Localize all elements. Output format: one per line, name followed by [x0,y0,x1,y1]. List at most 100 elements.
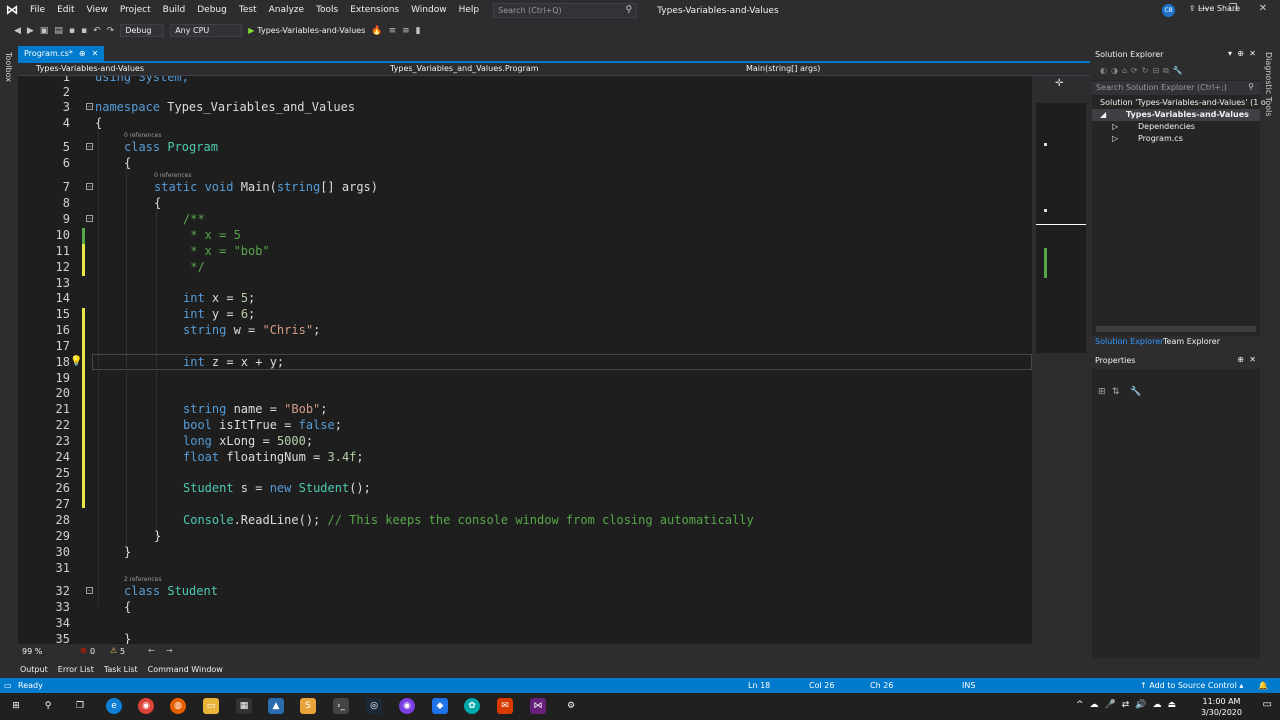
save-icon[interactable]: ▪ [69,26,75,36]
live-share-button[interactable]: ⇪ Live Share [1189,4,1240,13]
menu-file[interactable]: File [24,0,51,21]
notification-center-icon[interactable]: ▭ [1263,699,1272,710]
save-all-icon[interactable]: ▪ [81,26,87,36]
codelens-references[interactable]: 0 references [124,132,162,139]
categorized-icon[interactable]: ⊞ [1098,387,1106,397]
split-editor-icon[interactable]: ✛ [1055,78,1063,89]
navigate-back-icon[interactable]: ◀ [14,26,21,36]
properties-icon[interactable]: 🔧 [1173,66,1187,75]
terminal-icon[interactable]: ›_ [333,698,349,714]
expand-arrow-icon[interactable]: ▷ [1112,134,1118,143]
file-explorer-icon[interactable]: ▭ [203,698,219,714]
close-window-icon[interactable]: ✕ [1248,3,1278,14]
menu-extensions[interactable]: Extensions [344,0,405,21]
search-icon[interactable]: ⚲ [40,698,56,714]
code-minimap[interactable] [1036,103,1086,353]
visual-studio-logo-icon[interactable]: ⋈ [0,0,24,21]
system-tray[interactable]: ^☁🎤⇄🔊☁⏏ [1076,700,1182,710]
forward-icon[interactable]: ◑ [1111,66,1122,75]
new-project-icon[interactable]: ▣ [40,26,49,36]
refresh-icon[interactable]: ↻ [1142,66,1153,75]
clock[interactable]: 11:00 AM 3/30/2020 [1201,696,1242,718]
task-view-icon[interactable]: ❐ [72,698,88,714]
nav-project-dropdown[interactable]: Types-Variables-and-Values [36,64,144,73]
add-to-source-control-button[interactable]: ↑ Add to Source Control ▴ [1140,681,1243,690]
sublime-icon[interactable]: S [300,698,316,714]
indent-icon[interactable]: ≡ [389,26,397,36]
menu-analyze[interactable]: Analyze [263,0,310,21]
menu-tools[interactable]: Tools [310,0,344,21]
outdent-icon[interactable]: ≡ [402,26,410,36]
zoom-level[interactable]: 99 % [22,647,42,656]
app-icon[interactable]: ✿ [464,698,480,714]
tab-output[interactable]: Output [20,665,48,674]
tree-project[interactable]: Types-Variables-and-Values [1126,110,1249,119]
bookmark-icon[interactable]: ▮ [416,26,421,36]
code-editor[interactable]: 💡 − − − − − 0 references 0 references 2 … [18,76,1032,644]
configuration-select[interactable]: Debug [120,24,165,37]
navigate-forward-icon[interactable]: ▶ [27,26,34,36]
visual-studio-icon[interactable]: ⋈ [530,698,546,714]
nav-class-dropdown[interactable]: Types_Variables_and_Values.Program [390,64,539,73]
tree-dependencies[interactable]: Dependencies [1138,122,1195,131]
toolbox-tab[interactable]: Toolbox [4,52,13,82]
close-tab-icon[interactable]: ✕ [92,49,99,58]
edge-icon[interactable]: e [106,698,122,714]
close-panel-icon[interactable]: ✕ [1249,49,1256,58]
app-icon[interactable]: ▲ [268,698,284,714]
undo-icon[interactable]: ↶ [93,26,101,36]
codelens-references[interactable]: 2 references [124,576,162,583]
nav-member-dropdown[interactable]: Main(string[] args) [746,64,820,73]
store-icon[interactable]: ▦ [236,698,252,714]
tree-program-cs[interactable]: Program.cs [1138,134,1183,143]
windows-start-icon[interactable]: ⊞ [8,698,24,714]
previous-issue-icon[interactable]: ← [148,646,155,655]
sync-icon[interactable]: ⟳ [1131,66,1142,75]
back-icon[interactable]: ◐ [1100,66,1111,75]
error-icon[interactable]: ⊗ [80,646,87,655]
start-debugging-button[interactable]: ▶ Types-Variables-and-Values [248,26,365,35]
menu-edit[interactable]: Edit [51,0,80,21]
redo-icon[interactable]: ↷ [107,26,115,36]
tab-command-window[interactable]: Command Window [148,665,223,674]
open-file-icon[interactable]: ▤ [54,26,63,36]
next-issue-icon[interactable]: → [166,646,173,655]
solution-search-input[interactable]: Search Solution Explorer (Ctrl+;) ⚲ [1092,81,1260,95]
menu-debug[interactable]: Debug [191,0,233,21]
settings-icon[interactable]: ⚙ [563,698,579,714]
menu-view[interactable]: View [81,0,114,21]
alphabetical-icon[interactable]: ⇅ [1112,387,1120,397]
outlook-icon[interactable]: ✉ [497,698,513,714]
menu-test[interactable]: Test [233,0,263,21]
vscode-icon[interactable]: ◆ [432,698,448,714]
collapse-all-icon[interactable]: ⊟ [1152,66,1163,75]
menu-help[interactable]: Help [453,0,486,21]
menu-window[interactable]: Window [405,0,453,21]
tab-solution-explorer[interactable]: Solution Explorer [1095,337,1163,346]
warning-icon[interactable]: ⚠ [110,646,117,655]
expand-arrow-icon[interactable]: ◢ [1100,110,1106,119]
menu-project[interactable]: Project [114,0,157,21]
tree-solution[interactable]: Solution 'Types-Variables-and-Values' (1… [1100,98,1266,107]
tab-task-list[interactable]: Task List [104,665,138,674]
menu-build[interactable]: Build [157,0,192,21]
close-panel-icon[interactable]: ✕ [1249,355,1256,364]
chrome-icon[interactable]: ◉ [138,698,154,714]
quick-search-input[interactable]: Search (Ctrl+Q) ⚲ [493,3,638,18]
platform-select[interactable]: Any CPU [170,24,243,37]
tab-program-cs[interactable]: Program.cs* ⊕ ✕ [18,46,105,61]
app-icon[interactable]: ◉ [399,698,415,714]
tab-team-explorer[interactable]: Team Explorer [1163,337,1220,346]
pin-icon[interactable]: ⊕ [1237,355,1244,364]
property-pages-icon[interactable]: 🔧 [1130,387,1141,397]
chevron-down-icon[interactable]: ▾ [1228,49,1232,58]
pin-icon[interactable]: ⊕ [1237,49,1244,58]
notifications-icon[interactable]: 🔔 [1258,681,1268,690]
hot-reload-icon[interactable]: 🔥 [371,26,382,36]
pin-icon[interactable]: ⊕ [79,49,86,58]
codelens-references[interactable]: 0 references [154,172,192,179]
firefox-icon[interactable]: ◍ [170,698,186,714]
show-all-files-icon[interactable]: ⧉ [1163,66,1173,75]
tab-error-list[interactable]: Error List [58,665,94,674]
avatar[interactable]: CB [1162,4,1175,17]
